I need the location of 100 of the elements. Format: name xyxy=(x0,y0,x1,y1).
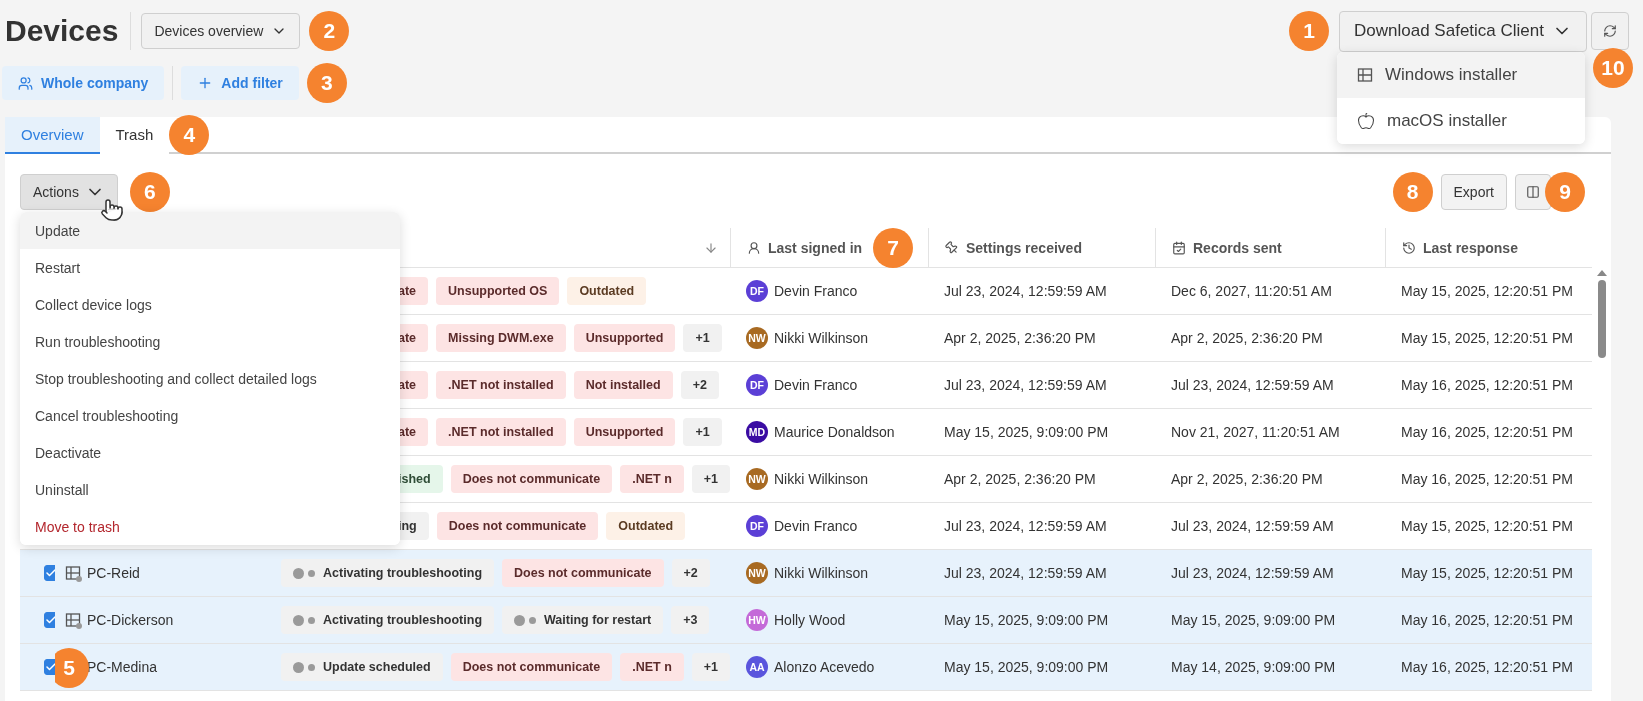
menu-item[interactable]: Windows installer xyxy=(1337,52,1585,98)
tag-label: Activating troubleshooting xyxy=(323,613,483,627)
user-icon xyxy=(747,241,761,255)
table-cell-text: May 16, 2025, 12:20:51 PM xyxy=(1400,658,1574,677)
status-tag: Not installed xyxy=(573,371,673,399)
menu-item[interactable]: Uninstall xyxy=(20,471,400,508)
more-tag: +1 xyxy=(683,324,722,352)
table-cell-text: May 15, 2025, 12:20:51 PM xyxy=(1400,564,1574,583)
user-name: Nikki Wilkinson xyxy=(774,330,869,346)
user-name: Devin Franco xyxy=(774,377,858,393)
table-cell-text: May 16, 2025, 12:20:51 PM xyxy=(1400,470,1574,489)
table-cell-text: May 15, 2025, 9:09:00 PM xyxy=(943,658,1110,677)
more-tag: +1 xyxy=(683,418,722,446)
hand-cursor-icon xyxy=(100,198,124,222)
step-number-badge: 6 xyxy=(129,172,170,212)
status-tag: Does not communicate xyxy=(450,653,613,681)
view-dropdown[interactable]: Devices overview xyxy=(141,13,301,49)
more-tag: +1 xyxy=(691,465,730,493)
table-cell-text: May 16, 2025, 12:20:51 PM xyxy=(1400,423,1574,442)
users-icon xyxy=(18,75,33,91)
user-avatar: HW xyxy=(746,609,768,631)
table-cell-text: Apr 2, 2025, 2:36:20 PM xyxy=(1170,329,1324,348)
row-checkbox[interactable] xyxy=(44,565,55,581)
column-header[interactable]: Settings received xyxy=(966,240,1082,256)
step-number-badge: 1 xyxy=(1289,11,1330,51)
column-header[interactable]: Last signed in xyxy=(768,240,863,256)
actions-dropdown[interactable]: Actions xyxy=(20,174,118,210)
table-cell-text: May 16, 2025, 12:20:51 PM xyxy=(1400,376,1574,395)
step-number-badge: 10 xyxy=(1593,48,1633,88)
status-tag: Missing DWM.exe xyxy=(436,324,566,352)
status-tag: Does not communicate xyxy=(436,512,599,540)
user-name: Nikki Wilkinson xyxy=(774,471,869,487)
tab[interactable]: Overview xyxy=(5,117,100,154)
table-cell-text: May 15, 2025, 9:09:00 PM xyxy=(1170,611,1337,630)
download-dropdown[interactable]: Download Safetica Client xyxy=(1339,10,1587,52)
table-cell-text: Apr 2, 2025, 2:36:20 PM xyxy=(943,329,1097,348)
menu-item[interactable]: Collect device logs xyxy=(20,286,400,323)
device-name[interactable]: PC-Reid xyxy=(87,565,140,581)
step-number-badge: 4 xyxy=(169,114,210,155)
user-avatar: NW xyxy=(746,327,768,349)
menu-item[interactable]: Update xyxy=(20,212,400,249)
calendar-icon xyxy=(1172,241,1186,255)
row-checkbox[interactable] xyxy=(44,612,55,628)
refresh-button[interactable] xyxy=(1591,12,1629,50)
table-cell-text: Jul 23, 2024, 12:59:59 AM xyxy=(943,517,1108,536)
status-tag: Outdated xyxy=(567,277,647,305)
tag-label: Activating troubleshooting xyxy=(323,566,483,580)
menu-item[interactable]: Move to trash xyxy=(20,508,400,545)
menu-item[interactable]: Restart xyxy=(20,249,400,286)
status-tag: Does not communicate xyxy=(502,559,664,587)
menu-item[interactable]: Deactivate xyxy=(20,434,400,471)
table-cell-text: May 15, 2025, 12:20:51 PM xyxy=(1400,329,1574,348)
tag-label: Waiting for restart xyxy=(544,613,652,627)
export-button[interactable]: Export xyxy=(1440,174,1507,210)
status-tag: Unsupported xyxy=(573,418,676,446)
table-cell-text: Apr 2, 2025, 2:36:20 PM xyxy=(1170,470,1324,489)
columns-button[interactable] xyxy=(1515,174,1551,210)
windows-device-icon xyxy=(65,612,81,628)
table-cell-text: Jul 23, 2024, 12:59:59 AM xyxy=(943,282,1108,301)
progress-dots-icon xyxy=(293,614,315,626)
menu-item[interactable]: Stop troubleshooting and collect detailed logs xyxy=(20,360,400,397)
table-cell-text: May 14, 2025, 9:09:00 PM xyxy=(1170,658,1337,677)
menu-item[interactable]: macOS installer xyxy=(1337,98,1585,144)
column-header[interactable]: Last response xyxy=(1423,240,1518,256)
column-header[interactable]: Records sent xyxy=(1193,240,1282,256)
user-avatar: DF xyxy=(746,374,768,396)
refresh-icon xyxy=(1603,24,1617,38)
more-tag: +2 xyxy=(671,559,710,587)
user-name: Devin Franco xyxy=(774,283,858,299)
page-title: Devices xyxy=(5,12,132,50)
table-cell-text: Jul 23, 2024, 12:59:59 AM xyxy=(1170,517,1335,536)
table-cell-text: May 15, 2025, 9:09:00 PM xyxy=(943,423,1110,442)
table-cell-text: May 15, 2025, 9:09:00 PM xyxy=(943,611,1110,630)
table-cell-text: May 16, 2025, 12:20:51 PM xyxy=(1400,611,1574,630)
user-name: Alonzo Acevedo xyxy=(774,659,875,675)
device-name[interactable]: PC-Dickerson xyxy=(87,612,174,628)
history-icon xyxy=(1402,241,1416,255)
table-row[interactable]: PC-Reid Activating troubleshooting Does not communicate +2 NW Nikki Wilkinson Jul 23, 2024, 12:59:59 AM Jul 23, 2024, 12:59:59 AM May 15, 2025, 12:20:51 PM xyxy=(20,550,1592,597)
step-number-badge: 8 xyxy=(1392,172,1433,212)
progress-dots-icon xyxy=(514,614,537,626)
step-number-badge: 3 xyxy=(306,63,347,103)
user-avatar: NW xyxy=(746,468,768,490)
status-tag: .NET n xyxy=(620,465,684,493)
table-cell-text: May 15, 2025, 12:20:51 PM xyxy=(1400,282,1574,301)
more-tag: +3 xyxy=(671,606,710,634)
user-name: Devin Franco xyxy=(774,518,858,534)
table-cell-text: Dec 6, 2027, 11:20:51 AM xyxy=(1170,282,1333,301)
table-cell-text: Jul 23, 2024, 12:59:59 AM xyxy=(1170,376,1335,395)
menu-item[interactable]: Run troubleshooting xyxy=(20,323,400,360)
user-avatar: DF xyxy=(746,280,768,302)
user-name: Holly Wood xyxy=(774,612,846,628)
progress-dots-icon xyxy=(293,661,315,673)
table-row[interactable]: PC-Dickerson Activating troubleshooting Waiting for restart +3 HW Holly Wood May 15, 2025, 9:09:00 PM May 15, 2025, 9:09:00 PM May 16, 2025, 12:20:51 PM xyxy=(20,597,1592,644)
user-avatar: AA xyxy=(746,656,768,678)
user-name: Maurice Donaldson xyxy=(774,424,895,440)
status-tag: Unsupported xyxy=(573,324,676,352)
menu-item[interactable]: Cancel troubleshooting xyxy=(20,397,400,434)
user-avatar: MD xyxy=(746,421,768,443)
status-tag: Unsupported OS xyxy=(436,277,560,305)
table-cell-text: Nov 21, 2027, 11:20:51 AM xyxy=(1170,423,1341,442)
